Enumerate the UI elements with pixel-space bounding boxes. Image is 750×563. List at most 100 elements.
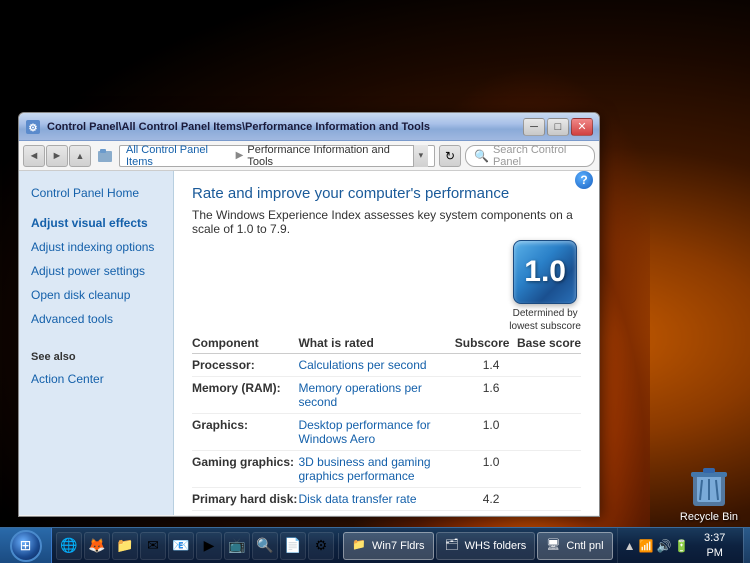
- row-graphics-component: Graphics:: [192, 414, 298, 451]
- svg-text:⚙: ⚙: [29, 123, 38, 134]
- row-gaming-subscore: 1.0: [450, 451, 509, 488]
- taskbar-btn-win7fldrs-label: Win7 Fldrs: [372, 540, 425, 552]
- taskbar-btn-cntlpnl-label: Cntl pnl: [566, 540, 603, 552]
- taskbar-btn-cntlpnl[interactable]: 🖥 Cntl pnl: [537, 532, 612, 560]
- taskbar-icon-ie[interactable]: 🌐: [56, 532, 82, 560]
- title-bar[interactable]: ⚙ Control Panel\All Control Panel Items\…: [19, 113, 599, 141]
- row-ram-rated: Memory operations per second: [298, 377, 450, 414]
- row-graphics-basescore: [509, 414, 581, 451]
- col-rated: What is rated: [298, 333, 450, 354]
- taskbar-icon-tv[interactable]: 📺: [224, 532, 250, 560]
- taskbar-icon-firefox[interactable]: 🦊: [84, 532, 110, 560]
- taskbar-icon-search[interactable]: 🔍: [252, 532, 278, 560]
- taskbar-btn-win7fldrs[interactable]: 📁 Win7 Fldrs: [343, 532, 434, 560]
- tray-battery[interactable]: 🔋: [674, 538, 689, 554]
- whs-icon: 🗂: [445, 538, 461, 554]
- taskbar-btn-whs-label: WHS folders: [465, 540, 527, 552]
- minimize-button[interactable]: ─: [523, 118, 545, 136]
- table-row: Memory (RAM): Memory operations per seco…: [192, 377, 581, 414]
- row-gaming-rated: 3D business and gaming graphics performa…: [298, 451, 450, 488]
- row-gaming-component: Gaming graphics:: [192, 451, 298, 488]
- window-icon: ⚙: [25, 119, 41, 135]
- row-ram-component: Memory (RAM):: [192, 377, 298, 414]
- tray-network[interactable]: 📶: [639, 538, 654, 554]
- address-icon: [97, 148, 113, 164]
- recycle-bin[interactable]: Recycle Bin: [680, 464, 738, 523]
- table-row: Primary hard disk: Disk data transfer ra…: [192, 488, 581, 511]
- row-processor-rated: Calculations per second: [298, 354, 450, 377]
- start-button[interactable]: [0, 528, 52, 563]
- up-button[interactable]: ▲: [69, 145, 91, 167]
- clock[interactable]: 3:37 PM: [692, 531, 737, 560]
- col-basescore: Base score: [509, 333, 581, 354]
- maximize-button[interactable]: □: [547, 118, 569, 136]
- sidebar-item-indexing[interactable]: Adjust indexing options: [19, 235, 173, 259]
- taskbar-icon-folder[interactable]: 📁: [112, 532, 138, 560]
- table-row: Gaming graphics: 3D business and gaming …: [192, 451, 581, 488]
- tray-expand[interactable]: ▲: [624, 538, 636, 554]
- taskbar-divider: [338, 533, 339, 559]
- sidebar-item-visual-effects[interactable]: Adjust visual effects: [19, 211, 173, 235]
- desktop: Recycle Bin ⚙ Control Panel\All Control …: [0, 0, 750, 563]
- control-panel-window: ⚙ Control Panel\All Control Panel Items\…: [18, 112, 600, 517]
- search-box[interactable]: 🔍 Search Control Panel: [465, 145, 595, 167]
- close-button[interactable]: ✕: [571, 118, 593, 136]
- path-separator-1: ▶: [236, 150, 244, 161]
- row-graphics-subscore: 1.0: [450, 414, 509, 451]
- main-panel: Rate and improve your computer's perform…: [174, 171, 599, 515]
- path-dropdown[interactable]: ▾: [413, 145, 428, 167]
- show-desktop-button[interactable]: [743, 528, 750, 563]
- col-subscore: Subscore: [450, 333, 509, 354]
- score-badge-wrapper: 1.0 Determined bylowest subscore: [509, 240, 581, 333]
- content-area: Control Panel Home Adjust visual effects…: [19, 171, 599, 515]
- win7fldrs-icon: 📁: [352, 538, 368, 554]
- badge-label: Determined bylowest subscore: [509, 307, 581, 333]
- taskbar-icon-docs[interactable]: 📄: [280, 532, 306, 560]
- table-row: Graphics: Desktop performance for Window…: [192, 414, 581, 451]
- table-row: Processor: Calculations per second 1.4: [192, 354, 581, 377]
- col-component: Component: [192, 333, 298, 354]
- address-path[interactable]: All Control Panel Items ▶ Performance In…: [119, 145, 435, 167]
- nav-buttons: ◄ ► ▲: [23, 145, 91, 167]
- path-all-control-panel[interactable]: All Control Panel Items: [126, 144, 232, 168]
- forward-button[interactable]: ►: [46, 145, 68, 167]
- address-bar: ◄ ► ▲ All Control Panel Items ▶ Performa…: [19, 141, 599, 171]
- taskbar-icon-media[interactable]: ▶: [196, 532, 222, 560]
- score-table: Component What is rated Subscore Base sc…: [192, 333, 581, 511]
- row-ram-basescore: [509, 377, 581, 414]
- cntlpnl-icon: 🖥: [546, 538, 562, 554]
- row-ram-subscore: 1.6: [450, 377, 509, 414]
- row-gaming-basescore: [509, 451, 581, 488]
- taskbar-icon-settings[interactable]: ⚙: [308, 532, 334, 560]
- help-button[interactable]: ?: [575, 171, 593, 189]
- sidebar-item-action-center[interactable]: Action Center: [19, 367, 173, 391]
- score-badge: 1.0: [513, 240, 577, 304]
- refresh-button[interactable]: ↻: [439, 145, 461, 167]
- row-processor-basescore: [509, 354, 581, 377]
- clock-time: 3:37 PM: [700, 531, 729, 560]
- path-performance: Performance Information and Tools: [247, 144, 408, 168]
- row-disk-rated: Disk data transfer rate: [298, 488, 450, 511]
- see-also-label: See also: [19, 351, 173, 367]
- row-disk-component: Primary hard disk:: [192, 488, 298, 511]
- taskbar: 🌐 🦊 📁 ✉ 📧 ▶ 📺 🔍 📄 ⚙ 📁 Win7 Fldrs 🗂 WHS f…: [0, 527, 750, 563]
- window-title: Control Panel\All Control Panel Items\Pe…: [47, 121, 523, 133]
- taskbar-icon-mail[interactable]: ✉: [140, 532, 166, 560]
- taskbar-items: 🌐 🦊 📁 ✉ 📧 ▶ 📺 🔍 📄 ⚙ 📁 Win7 Fldrs 🗂 WHS f…: [52, 528, 617, 563]
- sidebar-item-power[interactable]: Adjust power settings: [19, 259, 173, 283]
- main-subtitle: The Windows Experience Index assesses ke…: [192, 208, 581, 236]
- row-disk-basescore: [509, 488, 581, 511]
- search-placeholder: Search Control Panel: [493, 144, 586, 168]
- taskbar-icon-outlook[interactable]: 📧: [168, 532, 194, 560]
- tray-volume[interactable]: 🔊: [656, 538, 671, 554]
- sidebar-item-home[interactable]: Control Panel Home: [19, 181, 173, 205]
- sidebar-item-advanced[interactable]: Advanced tools: [19, 307, 173, 331]
- row-graphics-rated: Desktop performance for Windows Aero: [298, 414, 450, 451]
- back-button[interactable]: ◄: [23, 145, 45, 167]
- row-processor-component: Processor:: [192, 354, 298, 377]
- recycle-bin-label: Recycle Bin: [680, 511, 738, 523]
- taskbar-btn-whs[interactable]: 🗂 WHS folders: [436, 532, 536, 560]
- window-controls: ─ □ ✕: [523, 118, 593, 136]
- sidebar-item-disk-cleanup[interactable]: Open disk cleanup: [19, 283, 173, 307]
- row-processor-subscore: 1.4: [450, 354, 509, 377]
